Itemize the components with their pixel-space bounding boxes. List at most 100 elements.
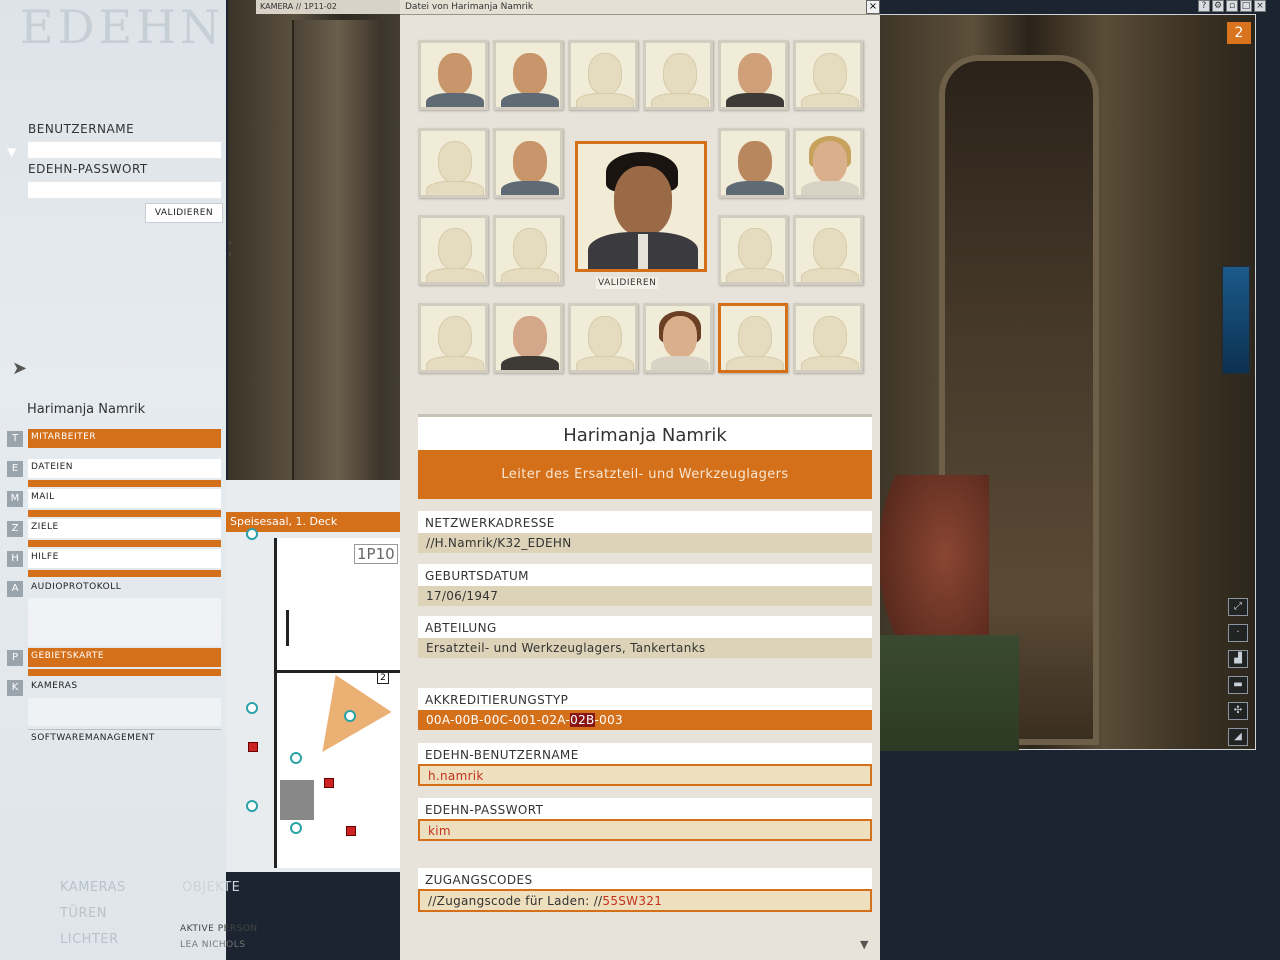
password-field[interactable] bbox=[27, 181, 222, 199]
window-title: Datei von Harimanja Namrik bbox=[400, 0, 880, 15]
camera-marker-icon[interactable] bbox=[246, 702, 258, 714]
cameras-subpanel bbox=[28, 698, 221, 726]
menu-dateien[interactable]: DATEIEN bbox=[28, 459, 221, 478]
menu-audioprotokoll[interactable]: AUDIOPROTOKOLL bbox=[28, 579, 221, 598]
username-field[interactable] bbox=[27, 141, 222, 159]
settings-icon[interactable]: ⚙ bbox=[1212, 0, 1224, 12]
sidebar: EDEHN BENUTZERNAME ▼ EDEHN-PASSWORT VALI… bbox=[0, 0, 226, 960]
camera-marker-icon[interactable] bbox=[246, 528, 258, 540]
employee-portrait[interactable] bbox=[493, 128, 563, 198]
birth-value: 17/06/1947 bbox=[418, 586, 872, 606]
object-marker-icon[interactable] bbox=[248, 742, 258, 752]
camera-marker-icon[interactable] bbox=[290, 752, 302, 764]
username-label: BENUTZERNAME bbox=[28, 122, 135, 136]
minimize-icon[interactable]: ▬ bbox=[1228, 676, 1248, 694]
camera-counter-badge: 2 bbox=[1227, 22, 1251, 44]
username-label: EDEHN-BENUTZERNAME bbox=[418, 743, 872, 765]
employee-portrait[interactable] bbox=[718, 40, 788, 110]
camera-marker-icon[interactable] bbox=[290, 822, 302, 834]
legend-person-name: LEA NICHOLS bbox=[180, 940, 246, 950]
employee-portrait[interactable] bbox=[493, 303, 563, 373]
object-marker-icon[interactable] bbox=[324, 778, 334, 788]
edehn-watermark: EDEHN bbox=[20, 0, 225, 54]
triangle-down-icon: ▼ bbox=[7, 145, 17, 159]
camera-view-right bbox=[878, 14, 1256, 751]
employee-portrait[interactable] bbox=[718, 215, 788, 285]
menu-key-m: M bbox=[7, 491, 23, 507]
validate-button[interactable]: VALIDIEREN bbox=[145, 203, 223, 223]
password-value[interactable]: kim bbox=[418, 819, 872, 841]
employee-portrait[interactable] bbox=[643, 40, 713, 110]
scroll-down-icon[interactable]: ▼ bbox=[860, 938, 868, 951]
character-jacket bbox=[879, 635, 1019, 751]
menu-softwaremanagement[interactable]: SOFTWAREMANAGEMENT bbox=[28, 729, 221, 748]
camera-marker-icon[interactable] bbox=[246, 800, 258, 812]
selected-validate-button[interactable]: VALIDIEREN bbox=[596, 277, 659, 289]
access-code-prefix: //Zugangscode für Laden: // bbox=[428, 894, 603, 908]
employee-portrait[interactable] bbox=[793, 215, 863, 285]
menu-divider bbox=[28, 510, 221, 517]
menu-kameras[interactable]: KAMERAS bbox=[28, 678, 221, 697]
wall-terminal bbox=[1221, 265, 1251, 375]
resize-icon[interactable]: ◢ bbox=[1228, 728, 1248, 746]
employee-portrait[interactable] bbox=[568, 40, 638, 110]
map-wall bbox=[286, 610, 289, 646]
access-codes-label: ZUGANGSCODES bbox=[418, 868, 872, 890]
legend-kameras: KAMERAS bbox=[60, 880, 126, 895]
employee-portrait[interactable] bbox=[793, 128, 863, 198]
close-icon[interactable]: × bbox=[1254, 0, 1266, 12]
employee-portrait[interactable] bbox=[793, 303, 863, 373]
password-label: EDEHN-PASSWORT bbox=[418, 798, 872, 820]
map-room-label: 1P10 bbox=[354, 544, 398, 564]
network-label: NETZWERKADRESSE bbox=[418, 511, 872, 533]
object-marker-icon[interactable] bbox=[346, 826, 356, 836]
employee-portrait[interactable] bbox=[418, 128, 488, 198]
employee-portrait[interactable] bbox=[718, 128, 788, 198]
move-icon[interactable]: ✣ bbox=[1228, 702, 1248, 720]
accreditation-part: -003 bbox=[594, 713, 623, 727]
close-button[interactable]: × bbox=[866, 0, 880, 14]
access-codes-value[interactable]: //Zugangscode für Laden: //55SW321 bbox=[418, 889, 872, 912]
employee-portrait[interactable] bbox=[793, 40, 863, 110]
menu-key-z: Z bbox=[7, 521, 23, 537]
employee-portrait[interactable] bbox=[493, 215, 563, 285]
department-value: Ersatzteil- und Werkzeuglagers, Tankerta… bbox=[418, 638, 872, 658]
camera-tools: ⤢ · ▟ ▬ ✣ ◢ bbox=[1228, 598, 1250, 754]
employee-portrait[interactable] bbox=[493, 40, 563, 110]
username-value[interactable]: h.namrik bbox=[418, 764, 872, 786]
employee-portrait[interactable] bbox=[643, 303, 713, 373]
menu-key-h: H bbox=[7, 551, 23, 567]
map-table bbox=[280, 780, 314, 820]
selected-employee-portrait[interactable] bbox=[575, 141, 707, 272]
birth-label: GEBURTSDATUM bbox=[418, 564, 872, 586]
employee-portrait[interactable] bbox=[418, 303, 488, 373]
menu-ziele[interactable]: ZIELE bbox=[28, 519, 221, 538]
menu-gebietskarte[interactable]: GEBIETSKARTE bbox=[28, 648, 221, 667]
menu-key-e: E bbox=[7, 461, 23, 477]
employee-portrait[interactable] bbox=[568, 303, 638, 373]
center-icon[interactable]: · bbox=[1228, 624, 1248, 642]
employee-portrait[interactable] bbox=[418, 40, 488, 110]
help-icon[interactable]: ? bbox=[1198, 0, 1210, 12]
menu-hilfe[interactable]: HILFE bbox=[28, 549, 221, 568]
area-map[interactable]: Speisesaal, 1. Deck 1P10 2 bbox=[226, 480, 402, 872]
window-controls: ? ⚙ ▫ □ × bbox=[1160, 0, 1280, 14]
camera-marker-icon[interactable] bbox=[344, 710, 356, 722]
save-icon[interactable]: ▫ bbox=[1226, 0, 1238, 12]
legend-tueren: TÜREN bbox=[60, 906, 107, 921]
collapse-arrows-icon[interactable]: › ‹ bbox=[228, 238, 238, 268]
menu-key-t: T bbox=[7, 431, 23, 447]
employee-name: Harimanja Namrik bbox=[418, 414, 872, 450]
mouse-cursor-icon: ➤ bbox=[12, 358, 28, 379]
chart-icon[interactable]: ▟ bbox=[1228, 650, 1248, 668]
expand-icon[interactable]: ⤢ bbox=[1228, 598, 1248, 616]
employee-portrait-highlighted[interactable] bbox=[718, 303, 788, 373]
employee-portrait[interactable] bbox=[418, 215, 488, 285]
menu-mail[interactable]: MAIL bbox=[28, 489, 221, 508]
menu-key-p: P bbox=[7, 650, 23, 666]
window-icon[interactable]: □ bbox=[1240, 0, 1252, 12]
accreditation-label: AKKREDITIERUNGSTYP bbox=[418, 688, 872, 710]
camera-view-left: KAMERA // 1P11-02 bbox=[228, 0, 418, 490]
menu-mitarbeiter[interactable]: MITARBEITER bbox=[28, 429, 221, 448]
accreditation-highlight: 02B bbox=[570, 713, 595, 727]
